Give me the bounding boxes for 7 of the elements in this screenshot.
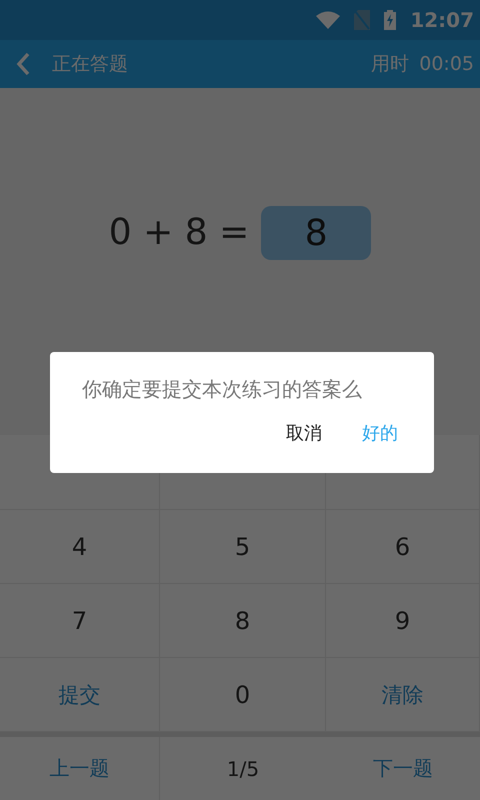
timer: 00:05 [419, 53, 474, 75]
status-time: 12:07 [410, 8, 474, 32]
equation: 0 + 8 = [108, 211, 250, 255]
page-title: 正在答题 [52, 52, 129, 77]
page-indicator: 1/5 [226, 756, 260, 782]
timer-label: 用时 [371, 52, 410, 77]
dialog-message: 你确定要提交本次练习的答案么 [82, 376, 363, 403]
